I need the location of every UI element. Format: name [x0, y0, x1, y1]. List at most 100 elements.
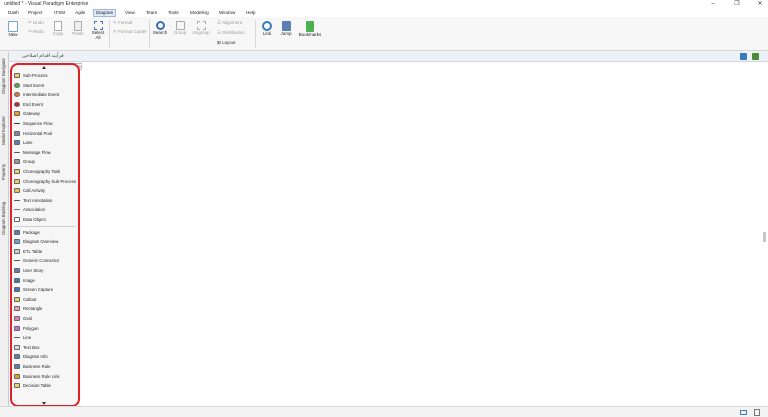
palette-item-sequence-flow[interactable]: Sequence Flow [14, 119, 78, 128]
expand-arrow-icon[interactable] [78, 133, 80, 135]
bookmarks-button[interactable]: Bookmarks [298, 21, 322, 37]
palette-item-business-rule[interactable]: Business Rule [14, 362, 78, 371]
menu-itsm[interactable]: ITSM [54, 10, 65, 15]
menu-agile[interactable]: Agile [75, 10, 85, 15]
undo-button[interactable]: ↶ Undo [28, 20, 44, 26]
palette-item-user-story[interactable]: User Story [14, 266, 78, 275]
menu-dash[interactable]: Dash [8, 10, 19, 15]
palette-item-screen-capture[interactable]: Screen Capture [14, 285, 78, 294]
menu-view[interactable]: View [125, 10, 135, 15]
panel-icon[interactable] [740, 53, 747, 60]
menu-modeling[interactable]: Modeling [190, 10, 209, 15]
notes-icon[interactable] [754, 409, 760, 416]
menu-project[interactable]: Project [28, 10, 42, 15]
palette-item-label: Image [23, 277, 35, 283]
palette-item-start-event[interactable]: Start Event [14, 81, 78, 90]
palette-item-package[interactable]: Package [14, 228, 78, 237]
format-copier-button[interactable]: ✎ Format Copier [113, 29, 147, 35]
layout-dropdown[interactable]: ⊞ Layout [217, 40, 236, 46]
palette-item-label: Package [23, 229, 40, 235]
palette-item-oval[interactable]: Oval [14, 314, 78, 323]
alignment-dropdown[interactable]: ☰ Alignment [217, 20, 242, 26]
menu-team[interactable]: Team [146, 10, 157, 15]
expand-arrow-icon[interactable] [78, 104, 80, 106]
palette-item-generic-connector[interactable]: Generic Connector [14, 256, 78, 265]
redo-button[interactable]: ↷ Redo [28, 29, 44, 35]
palette-item-text-box[interactable]: Text Box [14, 343, 78, 352]
expand-arrow-icon[interactable] [78, 219, 80, 221]
palette-item-choreography-task[interactable]: Choreography Task [14, 167, 78, 176]
expand-arrow-icon[interactable] [78, 232, 80, 234]
ungroup-button[interactable]: Ungroup [191, 21, 211, 35]
palette-item-data-object[interactable]: Data Object [14, 215, 78, 224]
menu-diagram[interactable]: Diagram [93, 9, 117, 17]
bookmarks-label: Bookmarks [298, 32, 322, 37]
palette-item-sub-process[interactable]: Sub-Process [14, 71, 78, 80]
distribution-dropdown[interactable]: ☰ Distribution [217, 30, 245, 36]
palette-item-lane[interactable]: Lane [14, 138, 78, 147]
expand-arrow-icon[interactable] [78, 113, 80, 115]
tab-model-explorer[interactable]: Model Explorer [1, 116, 8, 145]
palette-item-etl-table[interactable]: ETL Table [14, 247, 78, 256]
mail-icon[interactable] [740, 410, 747, 415]
palette-item-decision-table[interactable]: Decision Table [14, 381, 78, 390]
data-object-icon [14, 217, 20, 222]
maximize-button[interactable]: ❐ [730, 0, 744, 9]
expand-arrow-icon[interactable] [78, 366, 80, 368]
palette-item-text-annotation[interactable]: Text Annotation [14, 196, 78, 205]
menu-window[interactable]: Window [219, 10, 235, 15]
group-button[interactable]: Group [172, 21, 188, 35]
palette-item-call-activity[interactable]: Call Activity [14, 186, 78, 195]
expand-arrow-icon[interactable] [78, 123, 80, 125]
paste-button[interactable]: Paste [70, 21, 86, 36]
rectangle-icon [14, 306, 20, 312]
palette-item-label: User Story [23, 268, 44, 273]
scroll-down-icon[interactable] [42, 402, 46, 405]
expand-arrow-icon[interactable] [78, 94, 80, 96]
end-event-icon [14, 101, 20, 107]
palette-item-label: Group [23, 159, 35, 165]
palette-item-gateway[interactable]: Gateway [14, 109, 78, 118]
link-button[interactable]: Link [259, 21, 275, 36]
expand-arrow-icon[interactable] [78, 181, 80, 183]
expand-arrow-icon[interactable] [78, 209, 80, 211]
palette-item-intermediate-event[interactable]: Intermediate Event [14, 90, 78, 99]
tab-property[interactable]: Property [1, 164, 8, 180]
expand-arrow-icon[interactable] [78, 85, 80, 87]
diagram-tab[interactable]: فرآیند اقدام اصلاحی [22, 53, 64, 61]
palette-item-horizontal-pool[interactable]: Horizontal Pool [14, 129, 78, 138]
palette-item-callout[interactable]: Callout [14, 295, 78, 304]
palette-item-end-event[interactable]: End Event [14, 100, 78, 109]
scroll-up-icon[interactable] [42, 66, 46, 69]
menu-help[interactable]: Help [246, 10, 255, 15]
paste-label: Paste [72, 31, 84, 36]
expand-arrow-icon[interactable] [78, 75, 80, 77]
search-button[interactable]: Search [152, 21, 168, 35]
palette-item-diagram-info[interactable]: Diagram Info [14, 352, 78, 361]
palette-item-group[interactable]: Group [14, 157, 78, 166]
close-button[interactable]: ✕ [753, 0, 767, 9]
palette-item-message-flow[interactable]: Message Flow [14, 148, 78, 157]
tab-diagram-navigator[interactable]: Diagram Navigator [1, 58, 8, 94]
copy-button[interactable]: Copy [51, 21, 65, 36]
format-button[interactable]: ✎ Format [113, 20, 132, 26]
scrollbar-thumb[interactable] [763, 232, 766, 242]
diagram-canvas[interactable] [82, 62, 768, 405]
palette-item-association[interactable]: Association [14, 205, 78, 214]
palette-item-choreography-sub-process[interactable]: Choreography Sub-Process [14, 177, 78, 186]
palette-item-diagram-overview[interactable]: Diagram Overview [14, 237, 78, 246]
jump-button[interactable]: Jump [278, 21, 294, 36]
palette-item-business-rule-link[interactable]: Business Rule Link [14, 372, 78, 381]
tab-diagram-backlog[interactable]: Diagram Backlog [1, 202, 8, 235]
new-button[interactable]: New [6, 21, 20, 37]
palette-item-line[interactable]: Line [14, 333, 78, 342]
palette-item-label: Oval [23, 316, 32, 321]
select-all-button[interactable]: Select All [90, 21, 106, 40]
palette-item-rectangle[interactable]: Rectangle [14, 304, 78, 313]
panel-icon[interactable] [752, 53, 759, 60]
menu-tools[interactable]: Tools [168, 10, 179, 15]
palette-item-polygon[interactable]: Polygon [14, 324, 78, 333]
expand-arrow-icon[interactable] [78, 190, 80, 192]
minimize-button[interactable]: – [706, 0, 720, 9]
palette-item-image[interactable]: Image [14, 276, 78, 285]
